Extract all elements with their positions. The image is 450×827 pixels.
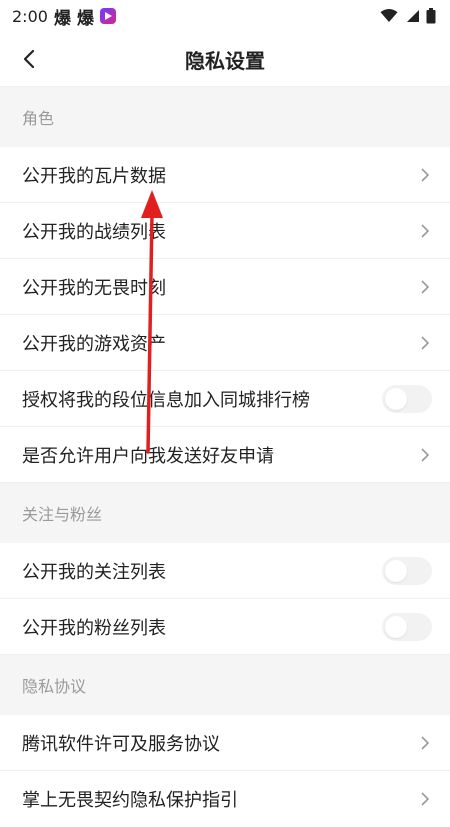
row-label: 公开我的无畏时刻 bbox=[22, 277, 166, 299]
row-label: 腾讯软件许可及服务协议 bbox=[22, 733, 220, 755]
notification-glyph-2: 爆 bbox=[76, 8, 94, 29]
section-header-role: 角色 bbox=[0, 87, 450, 147]
row-public-tile-data[interactable]: 公开我的瓦片数据 bbox=[0, 147, 450, 203]
row-public-fearless-moments[interactable]: 公开我的无畏时刻 bbox=[0, 259, 450, 315]
signal-icon bbox=[407, 10, 419, 22]
page-title: 隐私设置 bbox=[185, 48, 265, 73]
app-notification-icon bbox=[99, 8, 116, 24]
row-label: 掌上无畏契约隐私保护指引 bbox=[22, 790, 238, 811]
notification-glyph-1: 爆 bbox=[53, 8, 71, 29]
leaderboard-toggle[interactable] bbox=[382, 384, 432, 413]
row-friend-request-permission[interactable]: 是否允许用户向我发送好友申请 bbox=[0, 427, 450, 483]
row-label: 授权将我的段位信息加入同城排行榜 bbox=[22, 389, 310, 411]
row-label: 公开我的游戏资产 bbox=[22, 333, 166, 355]
navigation-bar: 隐私设置 bbox=[0, 32, 450, 87]
status-time: 2:00 bbox=[12, 6, 48, 26]
status-left: 2:00 爆 爆 bbox=[12, 4, 116, 29]
row-rank-leaderboard-toggle: 授权将我的段位信息加入同城排行榜 bbox=[0, 371, 450, 427]
chevron-right-icon bbox=[418, 167, 432, 182]
row-public-following-list: 公开我的关注列表 bbox=[0, 543, 450, 599]
following-list-toggle[interactable] bbox=[382, 556, 432, 585]
section-header-privacy-agreement: 隐私协议 bbox=[0, 655, 450, 715]
battery-icon bbox=[426, 8, 436, 24]
chevron-right-icon bbox=[418, 447, 432, 462]
row-public-fans-list: 公开我的粉丝列表 bbox=[0, 599, 450, 655]
row-label: 是否允许用户向我发送好友申请 bbox=[22, 445, 274, 467]
toggle-knob bbox=[385, 387, 407, 410]
fans-list-toggle[interactable] bbox=[382, 612, 432, 641]
chevron-right-icon bbox=[418, 223, 432, 238]
row-label: 公开我的战绩列表 bbox=[22, 221, 166, 243]
row-public-record-list[interactable]: 公开我的战绩列表 bbox=[0, 203, 450, 259]
status-right bbox=[380, 8, 436, 24]
back-button[interactable] bbox=[12, 41, 48, 77]
chevron-right-icon bbox=[418, 279, 432, 294]
section-header-follow-fans: 关注与粉丝 bbox=[0, 483, 450, 543]
chevron-right-icon bbox=[418, 792, 432, 806]
row-label: 公开我的关注列表 bbox=[22, 561, 166, 583]
row-label: 公开我的粉丝列表 bbox=[22, 617, 166, 639]
row-public-game-assets[interactable]: 公开我的游戏资产 bbox=[0, 315, 450, 371]
status-bar: 2:00 爆 爆 bbox=[0, 0, 450, 32]
row-label: 公开我的瓦片数据 bbox=[22, 165, 166, 187]
toggle-knob bbox=[385, 615, 407, 638]
row-tencent-license-agreement[interactable]: 腾讯软件许可及服务协议 bbox=[0, 715, 450, 771]
toggle-knob bbox=[385, 559, 407, 582]
settings-list: 角色 公开我的瓦片数据 公开我的战绩列表 公开我的无畏时刻 公开我的游戏资产 授… bbox=[0, 87, 450, 827]
row-privacy-protection-guide[interactable]: 掌上无畏契约隐私保护指引 bbox=[0, 771, 450, 827]
wifi-icon bbox=[380, 9, 398, 22]
chevron-right-icon bbox=[418, 735, 432, 750]
chevron-right-icon bbox=[418, 335, 432, 350]
chevron-left-icon bbox=[23, 49, 35, 69]
